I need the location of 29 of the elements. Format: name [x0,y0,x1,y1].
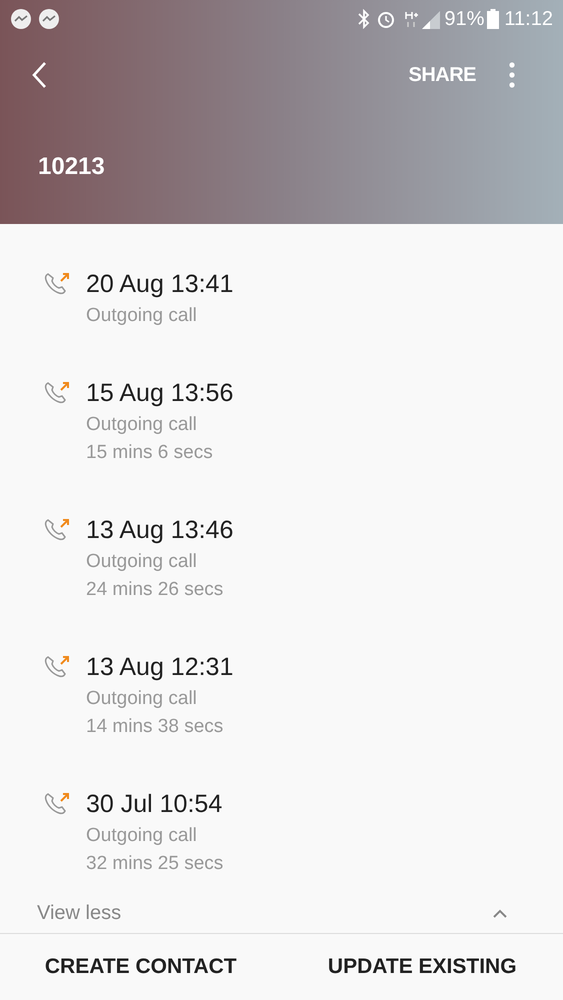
network-icon [404,9,418,29]
bluetooth-icon [358,9,370,29]
call-type: Outgoing call [86,304,198,328]
alarm-icon [376,9,396,29]
call-datetime: 13 Aug 13:46 [86,515,234,546]
call-type: Outgoing call [86,824,198,848]
chat-icon [10,8,32,30]
call-datetime: 13 Aug 12:31 [86,652,234,683]
create-contact-button[interactable]: CREATE CONTACT [0,934,282,1000]
call-datetime: 30 Jul 10:54 [86,789,224,820]
call-duration: 32 mins 25 secs [86,852,224,876]
call-type: Outgoing call [86,687,198,711]
chevron-up-icon[interactable] [493,908,507,918]
back-icon[interactable] [30,61,48,89]
contact-number: 10213 [38,152,105,182]
more-options-icon[interactable] [508,62,516,88]
call-duration: 14 mins 38 secs [86,715,224,739]
call-type: Outgoing call [86,550,198,574]
signal-icon [422,9,440,29]
call-datetime: 15 Aug 13:56 [86,378,234,409]
update-existing-button[interactable]: UPDATE EXISTING [282,934,563,1000]
status-time: 11:12 [504,7,553,32]
call-datetime: 20 Aug 13:41 [86,269,234,300]
battery-percentage: 91% [444,7,484,32]
call-type: Outgoing call [86,413,198,437]
chat-icon [38,8,60,30]
call-duration: 24 mins 26 secs [86,578,224,602]
call-duration: 15 mins 6 secs [86,441,214,465]
battery-icon [487,9,500,29]
